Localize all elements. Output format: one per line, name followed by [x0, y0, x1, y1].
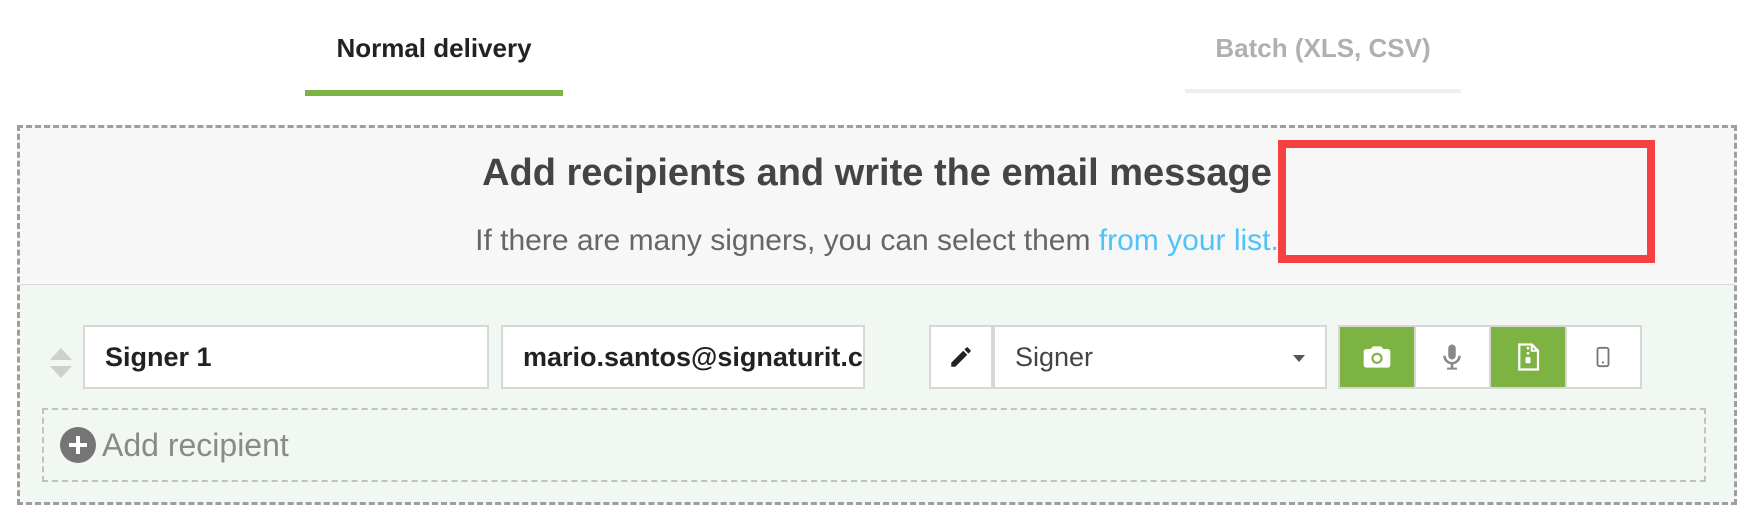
- from-list-link[interactable]: from your list.: [1099, 224, 1279, 257]
- pencil-icon: [951, 347, 971, 367]
- recipients-panel: Add recipients and write the email messa…: [17, 125, 1737, 505]
- subtitle-text: If there are many signers, you can selec…: [475, 224, 1099, 257]
- drag-handle-icon[interactable]: [50, 348, 72, 380]
- edit-button[interactable]: [929, 325, 993, 389]
- chevron-down-icon: [1293, 355, 1305, 362]
- delivery-tabs: Normal delivery Batch (XLS, CSV): [0, 0, 1760, 100]
- add-recipient-label: Add recipient: [102, 426, 289, 463]
- microphone-icon: [1443, 344, 1461, 370]
- plus-circle-icon: [60, 427, 96, 463]
- mobile-phone-icon: [1596, 346, 1610, 368]
- inactive-tab-indicator: [1185, 89, 1461, 93]
- panel-title: Add recipients and write the email messa…: [482, 152, 1272, 194]
- panel-header: Add recipients and write the email messa…: [20, 128, 1734, 285]
- tab-batch-label: Batch (XLS, CSV): [1215, 32, 1431, 63]
- panel-subtitle: If there are many signers, you can selec…: [20, 224, 1734, 258]
- mobile-option-button[interactable]: [1567, 327, 1641, 387]
- role-select[interactable]: Signer: [993, 325, 1327, 389]
- zip-file-option-button[interactable]: [1491, 327, 1567, 387]
- recipients-area: Signer 1 mario.santos@signaturit.com Sig…: [20, 285, 1734, 502]
- tab-normal-delivery[interactable]: Normal delivery: [305, 0, 563, 96]
- tab-batch[interactable]: Batch (XLS, CSV): [1185, 0, 1461, 96]
- microphone-option-button[interactable]: [1416, 327, 1491, 387]
- camera-option-button[interactable]: [1340, 327, 1416, 387]
- recipient-email-field[interactable]: mario.santos@signaturit.com: [501, 325, 865, 389]
- active-tab-indicator: [305, 90, 563, 96]
- zip-file-icon: [1517, 343, 1539, 371]
- signature-options-group: [1338, 325, 1642, 389]
- add-recipient-button[interactable]: Add recipient: [42, 408, 1706, 482]
- recipient-name-field[interactable]: Signer 1: [83, 325, 489, 389]
- role-select-value: Signer: [1015, 341, 1094, 372]
- camera-icon: [1363, 346, 1391, 368]
- tab-normal-delivery-label: Normal delivery: [336, 32, 532, 63]
